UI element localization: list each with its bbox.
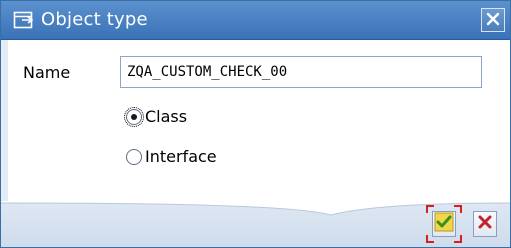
name-label: Name <box>23 63 71 82</box>
checkmark-icon <box>434 212 454 236</box>
cancel-x-icon <box>477 214 493 234</box>
radio-option-class[interactable]: Class <box>124 106 188 128</box>
name-input[interactable]: ZQA_CUSTOM_CHECK_00 <box>120 56 482 88</box>
ok-button[interactable] <box>432 211 456 237</box>
interface-radio-button[interactable] <box>126 149 142 165</box>
close-icon <box>486 11 500 30</box>
class-radio-button[interactable] <box>124 107 144 127</box>
close-button[interactable] <box>481 8 505 32</box>
class-radio-label: Class <box>145 107 188 126</box>
dialog-title: Object type <box>41 9 148 30</box>
cancel-button[interactable] <box>473 211 497 237</box>
interface-radio-label: Interface <box>145 147 217 166</box>
dialog-titlebar[interactable]: Object type <box>1 1 510 40</box>
radio-option-interface[interactable]: Interface <box>126 146 217 168</box>
object-type-dialog: Object type Name ZQA_CUSTOM_CHECK_00 Cla… <box>0 0 511 248</box>
object-type-icon <box>13 9 35 31</box>
